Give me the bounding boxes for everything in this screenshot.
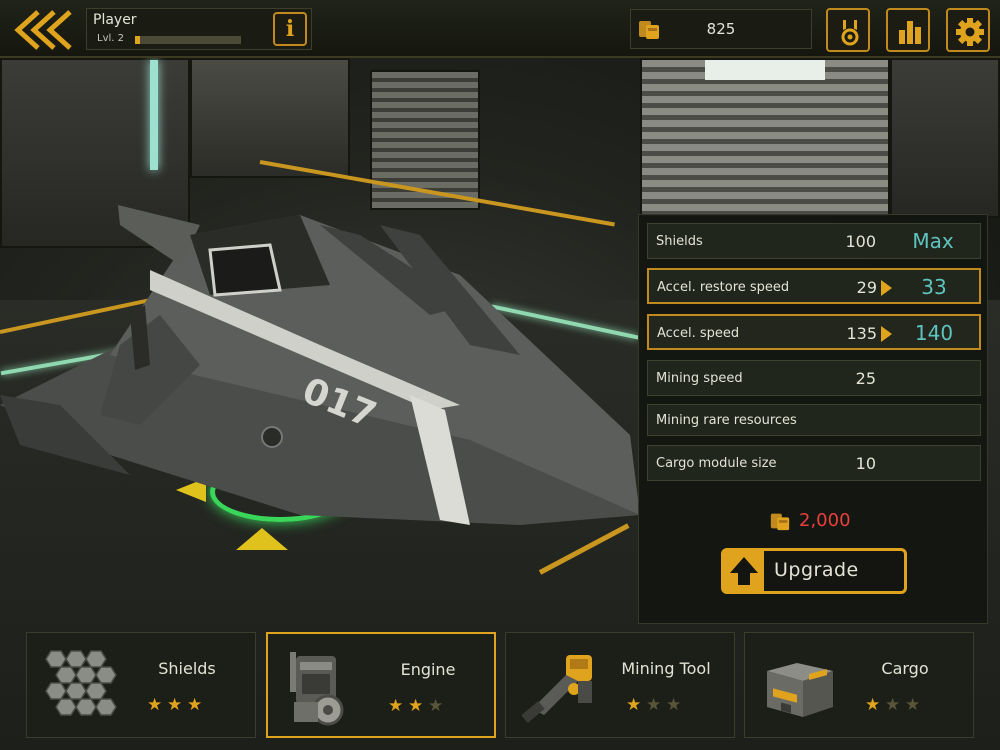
star-icon: ★	[666, 695, 682, 715]
currency-display: 825	[630, 9, 812, 49]
engine-icon	[290, 652, 344, 726]
door-panel	[640, 58, 890, 218]
star-icon: ★	[626, 695, 642, 715]
star-icon: ★	[428, 696, 444, 716]
stat-row-shields: Shields 100 Max	[647, 223, 981, 259]
upgrade-button-label: Upgrade	[774, 559, 859, 581]
stat-current-value: 135	[846, 324, 877, 343]
cargo-crate-icon	[767, 663, 833, 717]
stats-icon	[899, 21, 921, 44]
star-icon: ★	[646, 695, 662, 715]
stat-label: Mining rare resources	[656, 413, 797, 428]
module-card-mining-tool[interactable]: Mining Tool ★ ★ ★	[505, 632, 735, 738]
wall-light	[150, 60, 158, 170]
coins-icon	[639, 21, 659, 39]
stat-next-value: 140	[914, 321, 954, 345]
leaderboard-button[interactable]	[886, 8, 930, 52]
module-name: Mining Tool	[621, 659, 711, 678]
achievements-button[interactable]	[826, 8, 870, 52]
upgrade-arrow-icon	[881, 280, 892, 296]
stat-label: Accel. speed	[657, 326, 740, 341]
spaceship-model: 017	[0, 205, 640, 525]
settings-button[interactable]	[946, 8, 990, 52]
upgrade-arrow-icon	[881, 326, 892, 342]
upgrade-cost-value: 2,000	[799, 510, 851, 531]
stat-current-value: 29	[856, 278, 877, 297]
star-icon: ★	[187, 695, 203, 715]
stat-label: Cargo module size	[656, 456, 777, 471]
xp-progress-fill	[135, 36, 141, 44]
coins-value: 825	[706, 20, 736, 38]
wall-panel-right	[890, 58, 1000, 218]
player-level: Lvl. 2	[97, 33, 124, 44]
player-panel: Player Lvl. 2 i	[86, 8, 312, 50]
stat-current-value: 100	[845, 232, 876, 251]
back-button[interactable]	[8, 8, 74, 52]
coins-icon	[770, 513, 790, 531]
star-icon: ★	[167, 695, 183, 715]
top-bar: Player Lvl. 2 i 825	[0, 0, 1000, 58]
upgrade-stats-panel: Shields 100 Max Accel. restore speed 29 …	[638, 214, 988, 624]
star-icon: ★	[905, 695, 921, 715]
stat-label: Shields	[656, 234, 703, 249]
module-name: Engine	[400, 660, 456, 679]
xp-progress-bar	[135, 36, 241, 44]
double-chevron-left-icon	[14, 10, 72, 50]
upgrade-arrow-box	[724, 551, 764, 591]
star-icon: ★	[388, 696, 404, 716]
stat-current-value: 10	[855, 454, 876, 473]
stat-row-mining-speed: Mining speed 25	[647, 360, 981, 396]
stat-row-accel-restore: Accel. restore speed 29 33	[647, 268, 981, 304]
star-icon: ★	[147, 695, 163, 715]
module-card-engine[interactable]: Engine ★ ★ ★	[266, 632, 496, 738]
medal-icon	[841, 20, 859, 46]
hex-shield-icon	[45, 650, 117, 716]
mining-tool-icon	[521, 655, 592, 723]
arrow-up-icon	[730, 557, 758, 585]
info-button[interactable]: i	[273, 12, 307, 46]
module-name: Cargo	[881, 659, 929, 678]
player-name: Player	[93, 12, 137, 28]
stat-label: Mining speed	[656, 371, 743, 386]
stat-row-accel-speed: Accel. speed 135 140	[647, 314, 981, 350]
ceiling-light	[705, 60, 825, 80]
star-icon: ★	[885, 695, 901, 715]
wall-panel	[190, 58, 350, 178]
stat-row-mining-rare: Mining rare resources	[647, 404, 981, 436]
module-card-cargo[interactable]: Cargo ★ ★ ★	[744, 632, 974, 738]
star-icon: ★	[408, 696, 424, 716]
gear-icon	[956, 18, 984, 46]
stat-next-value: Max	[912, 229, 954, 253]
module-name: Shields	[158, 659, 216, 678]
stat-current-value: 25	[855, 369, 876, 388]
stat-label: Accel. restore speed	[657, 280, 790, 295]
star-icon: ★	[865, 695, 881, 715]
stat-next-value: 33	[921, 275, 947, 299]
upgrade-button[interactable]: Upgrade	[721, 548, 907, 594]
stat-row-cargo-size: Cargo module size 10	[647, 445, 981, 481]
module-card-shields[interactable]: Shields ★ ★ ★	[26, 632, 256, 738]
